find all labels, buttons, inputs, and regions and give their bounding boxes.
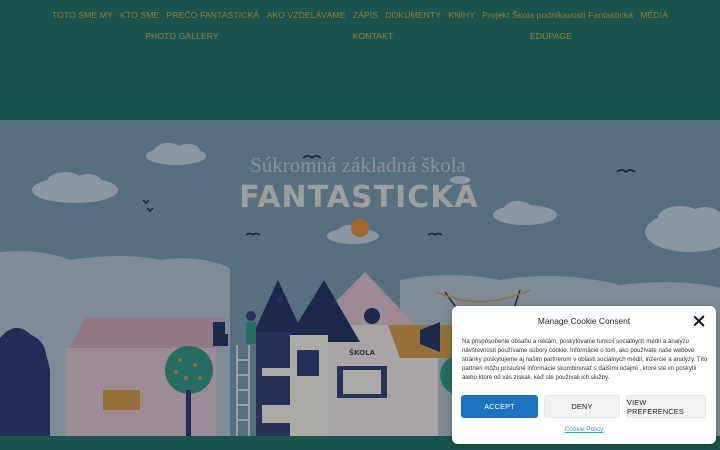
nav-item-dokumenty[interactable]: DOKUMENTY: [382, 10, 445, 21]
hero-title-line2: FANTASTICKÁ: [239, 179, 478, 215]
deny-button[interactable]: DENY: [544, 395, 620, 418]
nav-item-edupage[interactable]: EDUPAGE: [526, 31, 575, 42]
nav-item-kto-sme[interactable]: KTO SME: [117, 10, 163, 21]
nav-item-media[interactable]: MÉDIÁ: [637, 10, 672, 21]
nav-item-knihy[interactable]: KNIHY: [445, 10, 479, 21]
nav-item-preco-fantasticka[interactable]: PREČO FANTASTICKÁ: [163, 10, 263, 21]
cookie-dialog-text: Na prispôsobenie obsahu a reklám, poskyt…: [462, 338, 708, 382]
nav-item-projekt-skola-podnikavosti[interactable]: Projekt Škola podnikavosti Fantastická: [479, 10, 637, 21]
school-sign: ŠKOLA: [349, 348, 376, 357]
cookie-policy-link[interactable]: Cookie Policy: [452, 426, 716, 433]
nav-item-photo-gallery[interactable]: PHOTO GALLERY: [142, 31, 223, 42]
view-preferences-button[interactable]: VIEW PREFERENCES: [626, 395, 706, 418]
nav-item-zapis[interactable]: ZÁPIS: [349, 10, 382, 21]
close-icon[interactable]: [693, 315, 705, 327]
cookie-dialog-title: Manage Cookie Consent: [537, 316, 631, 326]
nav-item-kontakt[interactable]: KONTAKT: [349, 31, 397, 42]
sun-icon: [351, 219, 369, 237]
nav-item-toto-sme-my[interactable]: TOTO SME MY: [48, 10, 116, 21]
main-nav-row-1: TOTO SME MY KTO SME PREČO FANTASTICKÁ AK…: [0, 10, 720, 21]
accept-button[interactable]: ACCEPT: [461, 395, 538, 418]
cookie-consent-dialog: Manage Cookie Consent Na prispôsobenie o…: [452, 306, 716, 444]
hero-title-line1: Súkromná základná škola: [250, 153, 466, 177]
nav-item-ako-vzdelavame[interactable]: AKO VZDELÁVAME: [263, 10, 349, 21]
site-header: TOTO SME MY KTO SME PREČO FANTASTICKÁ AK…: [0, 0, 720, 120]
